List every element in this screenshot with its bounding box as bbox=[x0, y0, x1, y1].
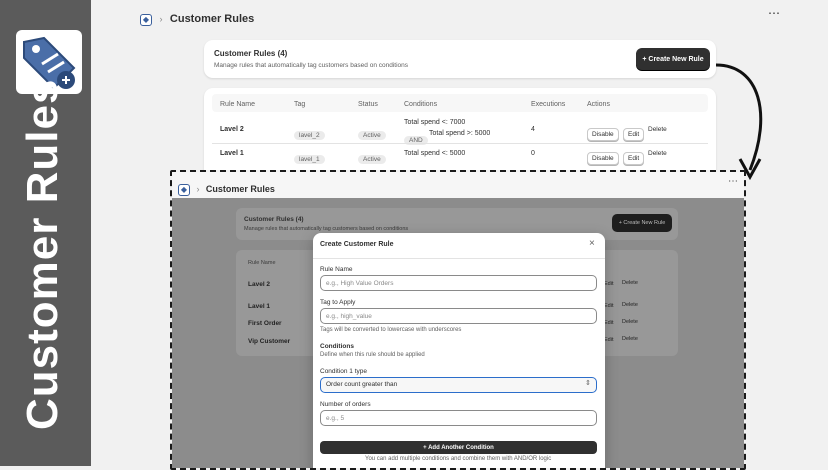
condition-type-value: Order count greater than bbox=[326, 381, 398, 388]
column-actions: Actions bbox=[587, 101, 610, 108]
tag-label: Tag to Apply bbox=[320, 299, 356, 306]
add-condition-button[interactable]: + Add Another Condition bbox=[320, 441, 597, 454]
page-title: Customer Rules bbox=[169, 13, 255, 25]
condition-type-label: Condition 1 type bbox=[320, 368, 367, 375]
create-new-rule-button[interactable]: + Create New Rule bbox=[636, 48, 710, 70]
modal-title: Create Customer Rule bbox=[320, 241, 394, 248]
disable-button[interactable]: Disable bbox=[587, 147, 619, 165]
column-rule-name: Rule Name bbox=[248, 260, 276, 266]
add-condition-help: You can add multiple conditions and comb… bbox=[365, 456, 552, 462]
close-icon[interactable]: × bbox=[589, 238, 595, 249]
zoom-breadcrumb: ◆ › Customer Rules bbox=[178, 179, 275, 197]
column-executions: Executions bbox=[531, 101, 566, 108]
status-badge: Active bbox=[358, 124, 386, 142]
rule-name[interactable]: Lavel 1 bbox=[248, 303, 270, 310]
rule-name-input[interactable]: e.g., High Value Orders bbox=[320, 275, 597, 291]
status-badge: Active bbox=[358, 148, 386, 166]
edit-button[interactable]: Edit bbox=[623, 123, 645, 141]
chevron-right-icon: › bbox=[196, 184, 200, 194]
breadcrumb: ◆ › Customer Rules bbox=[140, 9, 254, 27]
card-title: Customer Rules (4) bbox=[214, 49, 288, 58]
tag-input[interactable]: e.g., high_value bbox=[320, 308, 597, 324]
rule-name[interactable]: Lavel 2 bbox=[248, 281, 270, 288]
app-home-icon[interactable]: ◆ bbox=[140, 13, 152, 26]
app-home-icon[interactable]: ◆ bbox=[178, 183, 190, 196]
card-description: Manage rules that automatically tag cust… bbox=[244, 226, 409, 232]
tag-badge: lavel_2 bbox=[294, 124, 325, 142]
condition-type-select[interactable]: Order count greater than ⇕ bbox=[320, 377, 597, 393]
tag-help-text: Tags will be converted to lowercase with… bbox=[320, 327, 462, 333]
orders-input[interactable]: e.g., 5 bbox=[320, 410, 597, 426]
card-description: Manage rules that automatically tag cust… bbox=[214, 62, 409, 69]
rule-name-label: Rule Name bbox=[320, 266, 353, 273]
executions-count: 4 bbox=[531, 126, 535, 133]
condition-text: Total spend >: 5000 bbox=[429, 130, 491, 137]
edit-button[interactable]: Edit bbox=[604, 337, 613, 343]
edit-button[interactable]: Edit bbox=[604, 320, 613, 326]
conditions-heading: Conditions bbox=[320, 343, 354, 350]
card-title: Customer Rules (4) bbox=[244, 216, 304, 223]
delete-link[interactable]: Delete bbox=[622, 319, 638, 325]
delete-link[interactable]: Delete bbox=[648, 150, 667, 157]
zoomed-screenshot: ◆ › Customer Rules ⋯ Customer Rules (4) … bbox=[170, 170, 746, 470]
disable-button[interactable]: Disable bbox=[587, 123, 619, 141]
row-divider bbox=[212, 143, 708, 144]
condition-text: Total spend <: 7000 bbox=[404, 119, 466, 126]
column-rule-name: Rule Name bbox=[220, 101, 256, 108]
column-tag: Tag bbox=[294, 101, 306, 108]
modal-divider bbox=[313, 258, 605, 259]
condition-text: Total spend <: 5000 bbox=[404, 150, 466, 157]
create-new-rule-button[interactable]: + Create New Rule bbox=[612, 214, 672, 232]
edit-button[interactable]: Edit bbox=[623, 147, 645, 165]
rule-name[interactable]: First Order bbox=[248, 320, 282, 327]
create-rule-modal: Create Customer Rule × Rule Name e.g., H… bbox=[313, 233, 605, 468]
orders-label: Number of orders bbox=[320, 401, 371, 408]
select-chevron-icon: ⇕ bbox=[585, 380, 591, 387]
zoom-page-title: Customer Rules bbox=[205, 184, 275, 194]
side-title: Customer Rules bbox=[18, 78, 67, 430]
and-badge: AND bbox=[404, 129, 428, 147]
conditions-description: Define when this rule should be applied bbox=[320, 352, 425, 358]
column-status: Status bbox=[358, 101, 378, 108]
rule-name[interactable]: Lavel 2 bbox=[220, 126, 244, 133]
column-conditions: Conditions bbox=[404, 101, 438, 108]
delete-link[interactable]: Delete bbox=[622, 280, 638, 286]
tag-badge: lavel_1 bbox=[294, 148, 325, 166]
delete-link[interactable]: Delete bbox=[648, 126, 667, 133]
executions-count: 0 bbox=[531, 150, 535, 157]
edit-button[interactable]: Edit bbox=[604, 303, 613, 309]
delete-link[interactable]: Delete bbox=[622, 302, 638, 308]
rule-name[interactable]: Vip Customer bbox=[248, 338, 290, 345]
more-actions-button[interactable]: ⋯ bbox=[728, 176, 738, 187]
delete-link[interactable]: Delete bbox=[622, 336, 638, 342]
rules-header-card: Customer Rules (4) Manage rules that aut… bbox=[204, 40, 716, 78]
rules-table-card: Rule Name Tag Status Conditions Executio… bbox=[204, 88, 716, 178]
chevron-right-icon: › bbox=[159, 14, 163, 24]
edit-button[interactable]: Edit bbox=[604, 281, 613, 287]
more-actions-button[interactable]: ⋯ bbox=[768, 6, 780, 20]
rule-name[interactable]: Lavel 1 bbox=[220, 150, 244, 157]
table-header-row bbox=[212, 94, 708, 112]
